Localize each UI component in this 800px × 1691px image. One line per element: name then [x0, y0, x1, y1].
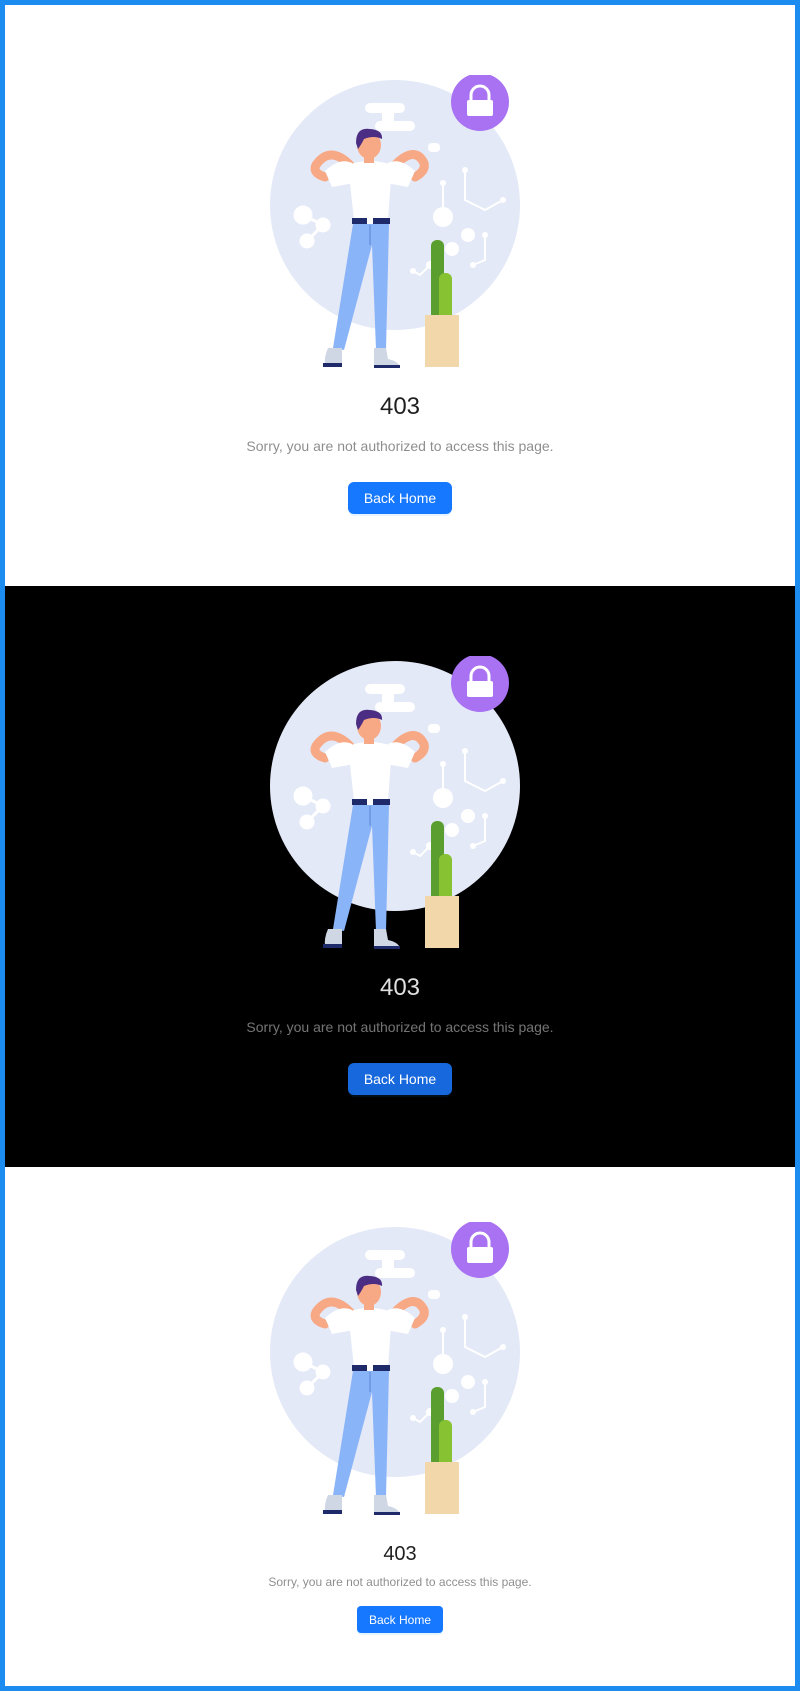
forbidden-illustration	[270, 75, 530, 375]
error-message: Sorry, you are not authorized to access …	[246, 438, 554, 454]
back-home-button[interactable]: Back Home	[348, 482, 452, 514]
forbidden-illustration	[270, 1222, 530, 1522]
result-panel-compact: 403 Sorry, you are not authorized to acc…	[5, 1167, 795, 1686]
forbidden-illustration	[270, 656, 530, 956]
result-panel-dark: 403 Sorry, you are not authorized to acc…	[5, 586, 795, 1167]
status-code: 403	[383, 1543, 417, 1565]
status-code: 403	[379, 974, 421, 1001]
result-panel-light: 403 Sorry, you are not authorized to acc…	[5, 5, 795, 586]
result-demo-frame: 403 Sorry, you are not authorized to acc…	[5, 5, 795, 1686]
back-home-button[interactable]: Back Home	[348, 1063, 452, 1095]
status-code: 403	[379, 393, 421, 420]
back-home-button[interactable]: Back Home	[357, 1606, 443, 1633]
error-message: Sorry, you are not authorized to access …	[268, 1575, 532, 1589]
error-message: Sorry, you are not authorized to access …	[246, 1019, 554, 1035]
